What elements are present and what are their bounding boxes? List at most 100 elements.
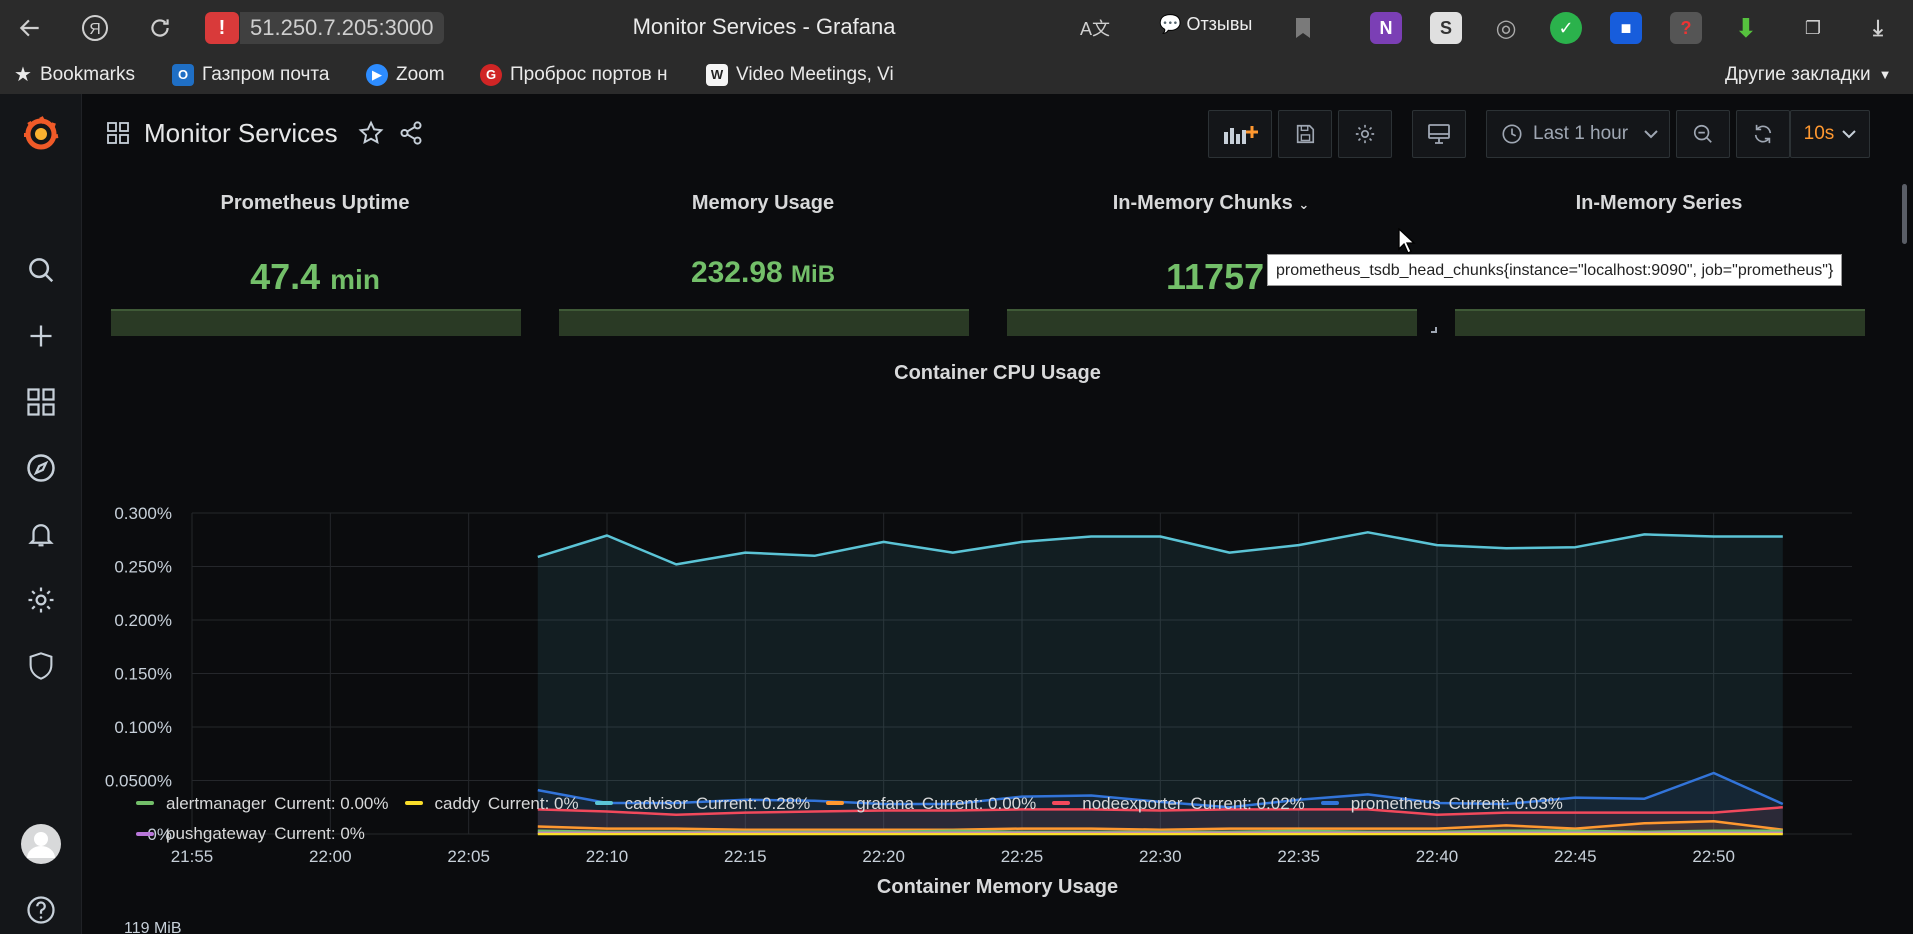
- star-icon: ★: [14, 64, 32, 86]
- s-extension[interactable]: S: [1430, 12, 1462, 44]
- y-tick-label: 0.200%: [114, 611, 172, 630]
- scrollbar[interactable]: [1902, 184, 1907, 244]
- x-tick-label: 22:40: [1416, 847, 1459, 864]
- zoom-out-button[interactable]: [1676, 110, 1730, 158]
- panel-title[interactable]: Container CPU Usage: [82, 362, 1913, 385]
- shield-check-icon: ✓: [1558, 17, 1574, 38]
- x-tick-label: 21:55: [171, 847, 214, 864]
- chevron-down-icon: [1644, 130, 1658, 139]
- series-tooltip: prometheus_tsdb_head_chunks{instance="lo…: [1267, 254, 1843, 286]
- translate-button[interactable]: A文: [1075, 8, 1115, 48]
- legend-current-value: Current: 0.00%: [921, 793, 1037, 813]
- grafana-home-link[interactable]: [21, 114, 61, 154]
- dashboards-button[interactable]: [21, 382, 61, 422]
- download-extension[interactable]: ⬇: [1730, 12, 1762, 44]
- legend-current-value: Current: 0%: [274, 824, 365, 843]
- stat-title-text: In-Memory Chunks: [1112, 192, 1293, 214]
- chart-legend: alertmanager Current: 0.00% caddy Current: …: [136, 786, 1696, 847]
- explore-button[interactable]: [21, 448, 61, 488]
- x-tick-label: 22:15: [724, 847, 767, 864]
- legend-swatch: [136, 801, 154, 805]
- bookmark-item[interactable]: G Проброс портов н: [480, 62, 668, 88]
- adguard-extension[interactable]: ✓: [1550, 12, 1582, 44]
- stat-number: 232.98: [690, 256, 783, 289]
- legend-swatch: [594, 801, 613, 805]
- legend-swatch: [826, 801, 845, 805]
- dashboard-grid-icon: [107, 122, 129, 144]
- tv-mode-button[interactable]: [1412, 110, 1466, 158]
- refresh-icon: [1754, 124, 1772, 144]
- configuration-button[interactable]: [21, 580, 61, 620]
- alerting-button[interactable]: [21, 514, 61, 554]
- onenote-extension[interactable]: N: [1370, 12, 1402, 44]
- dashboard-title[interactable]: Monitor Services: [144, 118, 338, 149]
- stat-value: 232.98 MiB: [558, 256, 968, 290]
- download-arrow-icon: ⬇: [1735, 12, 1757, 43]
- legend-swatch: [404, 801, 423, 805]
- zoom-out-icon: [1693, 124, 1712, 143]
- time-range-label: Last 1 hour: [1533, 123, 1629, 144]
- reviews-button[interactable]: 💬 Отзывы: [1155, 10, 1256, 38]
- share-icon[interactable]: [398, 120, 424, 146]
- chevron-down-icon[interactable]: ⌄: [1298, 197, 1309, 212]
- legend-series-name: pushgateway: [166, 824, 267, 843]
- legend-item[interactable]: caddy Current: 0%: [404, 790, 579, 817]
- legend-swatch: [1320, 801, 1339, 805]
- stat-unit: MiB: [791, 261, 836, 288]
- legend-current-value: Current: 0.02%: [1190, 793, 1305, 813]
- legend-current-value: Current: 0.00%: [274, 793, 389, 813]
- refresh-button[interactable]: [1736, 110, 1790, 158]
- camera-icon: ?: [1680, 17, 1692, 38]
- refresh-interval-picker[interactable]: 10s: [1790, 110, 1870, 158]
- legend-series-name: prometheus: [1350, 793, 1441, 813]
- mouse-cursor-icon: [1398, 228, 1416, 254]
- x-tick-label: 22:10: [586, 847, 629, 864]
- lock-icon: ■: [1620, 17, 1632, 38]
- compass-icon: [27, 454, 55, 482]
- time-picker-button[interactable]: Last 1 hour: [1486, 110, 1670, 158]
- dashboard: Monitor Services Last 1 hour 10s Prometh…: [82, 94, 1913, 934]
- star-favorite-icon[interactable]: [358, 120, 384, 146]
- wikipedia-icon: W: [706, 64, 728, 86]
- bitwarden-extension[interactable]: ■: [1610, 12, 1642, 44]
- legend-item[interactable]: pushgateway Current: 0%: [136, 820, 365, 847]
- collections-button[interactable]: ❐: [1797, 12, 1829, 44]
- save-dashboard-button[interactable]: [1278, 110, 1332, 158]
- bookmark-item[interactable]: ▶ Zoom: [366, 62, 445, 88]
- server-admin-button[interactable]: [21, 646, 61, 686]
- legend-item[interactable]: nodeexporter Current: 0.02%: [1052, 790, 1305, 817]
- collections-icon: ❐: [1804, 17, 1822, 38]
- downloads-button[interactable]: ⤓: [1862, 12, 1894, 44]
- bookmarks-bar: ★ Bookmarks O Газпром почта ▶ Zoom G Про…: [0, 56, 1913, 94]
- search-button[interactable]: [21, 250, 61, 290]
- bookmark-item[interactable]: W Video Meetings, Vi: [706, 62, 894, 88]
- stat-sparkline: [111, 309, 521, 336]
- bookmark-item[interactable]: ★ Bookmarks: [14, 62, 135, 88]
- help-icon: [27, 896, 55, 924]
- dashboard-settings-button[interactable]: [1338, 110, 1392, 158]
- user-profile-button[interactable]: [21, 824, 61, 864]
- screenshot-extension[interactable]: ?: [1670, 12, 1702, 44]
- bookmark-page-button[interactable]: [1283, 8, 1323, 48]
- create-button[interactable]: [21, 316, 61, 356]
- help-button[interactable]: [21, 890, 61, 930]
- grafana-logo-icon: [24, 116, 59, 150]
- legend-item[interactable]: cadvisor Current: 0.28%: [594, 790, 810, 817]
- resize-handle-icon[interactable]: [1431, 327, 1437, 333]
- bookmark-item[interactable]: O Газпром почта: [172, 62, 329, 88]
- other-bookmarks[interactable]: Другие закладки ▼: [1725, 62, 1891, 88]
- y-tick-label: 0.150%: [114, 665, 172, 684]
- dashboard-header: Monitor Services: [106, 118, 424, 148]
- add-panel-button[interactable]: [1208, 110, 1272, 158]
- bookmark-label: Zoom: [396, 64, 445, 85]
- bookmark-label: Video Meetings, Vi: [736, 64, 894, 85]
- legend-item[interactable]: alertmanager Current: 0.00%: [136, 790, 389, 817]
- clock-icon: [1502, 124, 1522, 144]
- panel-title[interactable]: Container Memory Usage: [82, 876, 1913, 899]
- spiral-extension[interactable]: ◎: [1490, 12, 1522, 44]
- translate-icon: A文: [1079, 19, 1110, 39]
- monitor-icon: [1428, 124, 1450, 144]
- legend-item[interactable]: prometheus Current: 0.03%: [1320, 790, 1563, 817]
- x-tick-label: 22:25: [1001, 847, 1044, 864]
- legend-item[interactable]: grafana Current: 0.00%: [826, 790, 1036, 817]
